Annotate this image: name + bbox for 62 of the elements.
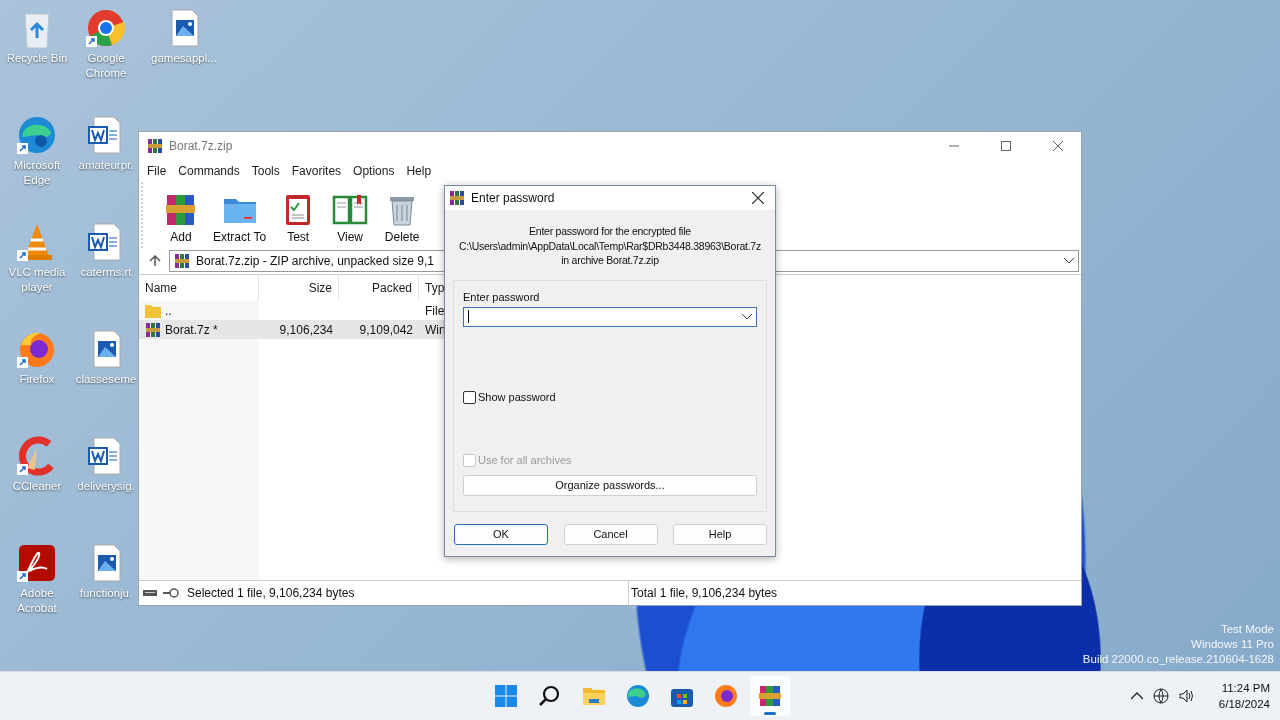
file-size: 9,106,234 [278,322,334,337]
folder-icon [145,303,161,318]
archive-books-icon [758,684,782,708]
up-arrow-icon[interactable] [149,255,161,267]
archive-icon [145,321,161,338]
window-title: Borat.7z.zip [169,139,234,153]
speaker-icon[interactable] [1178,688,1195,704]
taskbar-button[interactable] [750,676,790,716]
browser-icon [626,684,650,708]
file-name: .. [139,303,259,318]
drive-icon [143,589,157,597]
column-header[interactable]: Packed [339,275,419,301]
clock-time[interactable]: 11:24 PM [1221,680,1270,696]
browser-icon [714,684,738,708]
globe-icon[interactable] [1152,688,1169,704]
archive-icon [449,190,465,206]
field-label: Enter password [463,290,541,303]
dialog-button[interactable]: OK [454,523,548,545]
file-name: Borat.7z * [139,321,259,338]
dropdown-caret-icon [1064,258,1074,264]
menu-item[interactable]: File [141,164,173,178]
close-icon [752,192,764,204]
checkbox-option[interactable]: Show password [463,390,757,404]
checkbox[interactable] [463,390,476,404]
archive-icon [147,138,163,154]
file-type: File [424,303,446,318]
chevron-up-icon[interactable] [1130,692,1143,700]
dialog-button[interactable]: Help [673,523,767,545]
dialog-message: Enter password for the encrypted file [529,224,691,239]
system-watermark-text: Test Mode [1220,622,1274,637]
password-field[interactable] [463,306,757,327]
dialog-button[interactable]: Cancel [563,523,658,545]
toolbar-button[interactable]: Test [274,191,323,244]
start-icon [494,684,518,708]
file-row[interactable]: .. File [139,301,459,320]
system-watermark-text: Windows 11 Pro [1191,637,1274,652]
column-header[interactable]: Size [259,275,339,301]
maximize-icon [1001,141,1011,151]
clock-date[interactable]: 6/18/2024 [1218,696,1270,712]
menu-item[interactable]: Favorites [285,164,348,178]
menu-item[interactable]: Help [400,164,438,178]
search-icon [538,684,562,708]
menu-item[interactable]: Tools [245,164,286,178]
toolbar-button[interactable]: View [326,191,375,244]
dialog-message: C:\Users\admin\AppData\Local\Temp\Rar$DRb3448.38963\Borat.7z [459,238,761,253]
dropdown-caret-icon [742,313,752,320]
key-icon [163,588,179,598]
menu-item[interactable]: Commands [172,164,246,178]
archive-icon [174,253,190,269]
toolbar-button[interactable]: Extract To [209,191,271,244]
dialog-title: Enter password [471,191,556,205]
close-icon [1053,141,1063,151]
toolbar-button[interactable]: Add [157,191,205,244]
column-header[interactable]: Name [139,275,259,301]
packed-size: 9,109,042 [358,322,414,337]
menu-item[interactable]: Options [347,164,401,178]
status-text: Selected 1 file, 9,106,234 bytes [186,586,355,600]
status-text: Total 1 file, 9,106,234 bytes [630,586,779,600]
dialog-message: in archive Borat.7z.zip [561,253,659,268]
organize-passwords-button[interactable]: Organize passwords... [463,474,757,496]
toolbar-button[interactable]: Delete [378,191,427,244]
system-watermark-text: Build 22000.co_release.210604-1628 [1082,652,1274,667]
